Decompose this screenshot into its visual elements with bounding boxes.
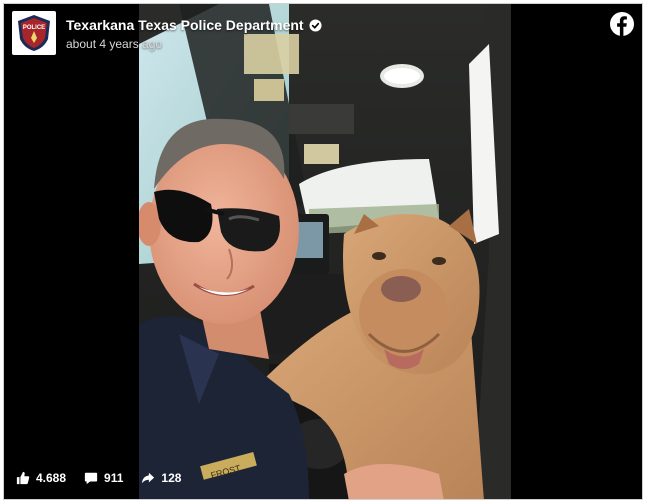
page-avatar[interactable]: POLICE — [12, 11, 56, 55]
comment-bubble-icon — [84, 472, 98, 485]
page-name-row: Texarkana Texas Police Department — [66, 17, 322, 33]
likes-count: 4.688 — [36, 471, 67, 485]
shares-stat[interactable]: 128 — [141, 471, 181, 485]
share-arrow-icon — [142, 472, 155, 484]
likes-stat[interactable]: 4.688 — [16, 471, 66, 485]
post-header: POLICE Texarkana Texas Police Department… — [12, 11, 322, 55]
comments-stat[interactable]: 911 — [84, 471, 123, 485]
police-badge-logo: POLICE — [18, 15, 50, 51]
facebook-video-embed[interactable]: FROST POLICE Texarkana Texas Police Depa… — [3, 3, 643, 500]
shares-count: 128 — [161, 471, 182, 485]
avatar-badge-text: POLICE — [23, 25, 45, 31]
like-thumb-icon — [16, 471, 30, 485]
page-name-link[interactable]: Texarkana Texas Police Department — [66, 17, 304, 33]
facebook-logo-icon[interactable] — [610, 12, 634, 36]
verified-badge-icon — [309, 18, 322, 32]
engagement-bar: 4.688 911 128 — [16, 471, 199, 485]
post-meta: Texarkana Texas Police Department about … — [66, 17, 322, 51]
comments-count: 911 — [104, 471, 124, 485]
post-photo[interactable]: FROST — [139, 4, 511, 499]
post-timestamp[interactable]: about 4 years ago — [66, 37, 322, 51]
